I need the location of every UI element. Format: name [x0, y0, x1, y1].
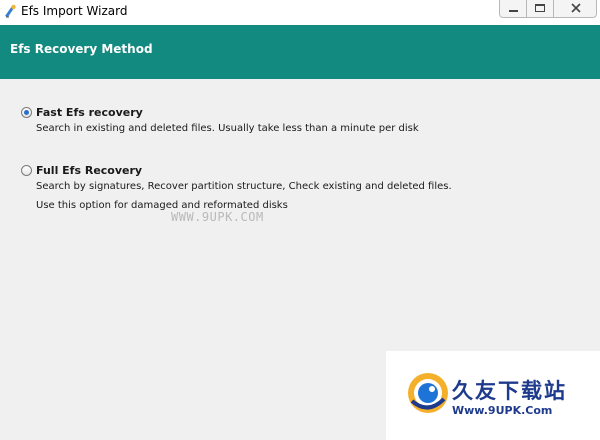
full-recovery-description-line1: Search by signatures, Recover partition …: [36, 181, 452, 192]
logo-emblem-icon: [408, 373, 448, 413]
fast-recovery-description: Search in existing and deleted files. Us…: [36, 123, 419, 134]
close-icon: [571, 3, 581, 13]
restore-icon: [535, 4, 545, 12]
minimize-icon: [509, 10, 518, 12]
fast-recovery-radio[interactable]: [21, 107, 32, 118]
full-recovery-label[interactable]: Full Efs Recovery: [36, 164, 142, 177]
logo-title: 久友下载站: [452, 379, 567, 403]
wizard-app-icon: [5, 4, 16, 18]
watermark-text: WWW.9UPK.COM: [171, 210, 264, 224]
title-bar: Efs Import Wizard: [0, 0, 600, 25]
restore-button[interactable]: [526, 0, 554, 18]
full-recovery-radio[interactable]: [21, 165, 32, 176]
fast-recovery-label[interactable]: Fast Efs recovery: [36, 106, 143, 119]
wizard-header: Efs Recovery Method: [0, 25, 600, 79]
logo-panel: 久友下载站 Www.9UPK.Com: [386, 351, 600, 440]
window-title: Efs Import Wizard: [21, 4, 128, 18]
header-title: Efs Recovery Method: [10, 42, 153, 56]
minimize-button[interactable]: [499, 0, 527, 18]
close-button[interactable]: [553, 0, 597, 18]
logo-url: Www.9UPK.Com: [452, 404, 553, 417]
